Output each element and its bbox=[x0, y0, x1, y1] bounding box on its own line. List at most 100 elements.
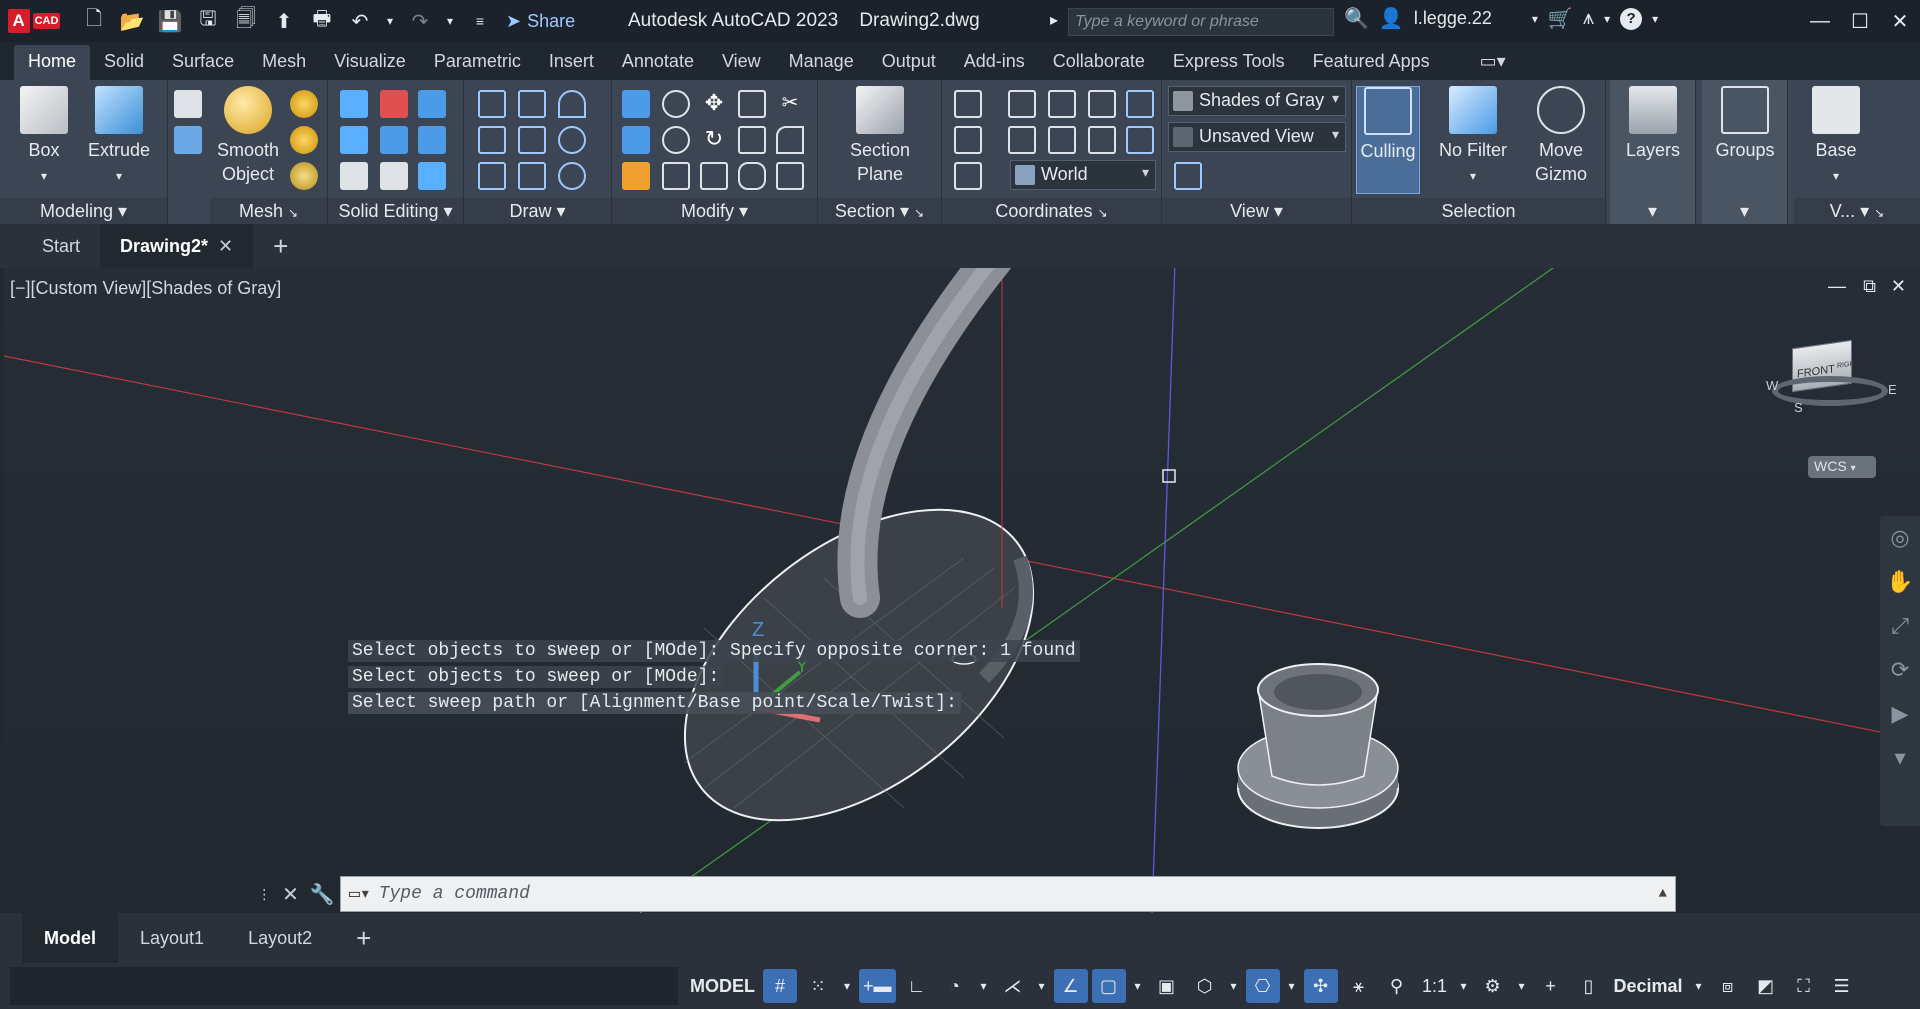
tab-layout2[interactable]: Layout2 bbox=[226, 913, 334, 963]
undo-icon[interactable]: ↶ bbox=[346, 7, 374, 35]
tab-manage[interactable]: Manage bbox=[775, 45, 868, 80]
filter-dropdown-icon[interactable]: ▾ bbox=[1284, 969, 1300, 1003]
panel-title-coordinates[interactable]: Coordinates ↘ bbox=[942, 198, 1161, 224]
selection-filter-icon[interactable]: ⎔ bbox=[1245, 969, 1280, 1003]
account-dropdown-icon[interactable]: ▾ bbox=[1604, 12, 1610, 26]
close-command-icon[interactable]: ✕ bbox=[282, 882, 299, 907]
dynamic-ucs-icon[interactable]: ⬡ bbox=[1188, 969, 1222, 1003]
box-button[interactable]: Box ▾ bbox=[14, 86, 74, 188]
object-snap-tracking-icon[interactable]: ∠ bbox=[1053, 969, 1088, 1003]
maximize-icon[interactable]: ☐ bbox=[1840, 0, 1880, 42]
new-file-icon[interactable]: 🗋 bbox=[80, 7, 108, 35]
viewcube-right-label[interactable]: RIGHT bbox=[1837, 360, 1859, 370]
viewport-minimize-icon[interactable]: — bbox=[1828, 276, 1846, 297]
user-name[interactable]: l.legge.22 bbox=[1414, 8, 1492, 29]
search-icon[interactable]: 🔍 bbox=[1344, 6, 1369, 31]
union-icon[interactable] bbox=[340, 90, 368, 118]
trim-icon[interactable]: ✂ bbox=[776, 90, 804, 118]
smooth-more-icon[interactable] bbox=[290, 90, 318, 118]
culling-button[interactable]: Culling bbox=[1356, 86, 1420, 194]
erase-icon[interactable] bbox=[622, 162, 650, 190]
tab-home[interactable]: Home bbox=[14, 45, 91, 80]
close-icon[interactable]: ✕ bbox=[218, 236, 233, 256]
ellipse-icon[interactable] bbox=[558, 162, 586, 190]
object-snap-icon[interactable]: ▢ bbox=[1091, 969, 1126, 1003]
dynamic-input-icon[interactable]: +▬ bbox=[859, 969, 896, 1003]
search-expand-icon[interactable]: ▸ bbox=[1050, 10, 1058, 30]
annotation-visibility-icon[interactable]: ⚹ bbox=[1342, 969, 1376, 1003]
snap-mode-icon[interactable]: ⁙ bbox=[801, 969, 835, 1003]
help-icon[interactable]: ? bbox=[1620, 7, 1643, 30]
polar-tracking-icon[interactable]: ◔ bbox=[938, 969, 972, 1003]
share-button[interactable]: ➤ Share bbox=[506, 11, 575, 32]
customize-qat-icon[interactable]: ≡ bbox=[466, 7, 494, 35]
layers-dropdown-icon[interactable]: ▾ bbox=[1610, 198, 1695, 224]
tab-solid[interactable]: Solid bbox=[90, 45, 158, 80]
annotation-scale[interactable]: 1:1 bbox=[1418, 969, 1452, 1003]
graphics-performance-icon[interactable]: ◩ bbox=[1749, 969, 1783, 1003]
stretch-icon[interactable] bbox=[700, 162, 728, 190]
viewcube-compass-ring[interactable] bbox=[1772, 376, 1888, 406]
copy-icon[interactable] bbox=[738, 90, 766, 118]
3d-array-icon[interactable] bbox=[662, 126, 690, 154]
tab-visualize[interactable]: Visualize bbox=[320, 45, 420, 80]
tab-output[interactable]: Output bbox=[868, 45, 950, 80]
new-layout-button[interactable]: + bbox=[334, 913, 393, 963]
plot-icon[interactable]: 🖶 bbox=[308, 7, 336, 35]
panel-title-modify[interactable]: Modify ▾ bbox=[612, 198, 817, 224]
ucs-previous-icon[interactable] bbox=[1008, 126, 1036, 154]
new-drawing-button[interactable]: + bbox=[253, 224, 308, 268]
intersect-icon[interactable] bbox=[340, 126, 368, 154]
undo-dropdown-icon[interactable]: ▾ bbox=[384, 7, 396, 35]
tab-featured-apps[interactable]: Featured Apps bbox=[1299, 45, 1444, 80]
slice-icon[interactable] bbox=[418, 90, 446, 118]
arc-icon[interactable] bbox=[558, 90, 586, 118]
smooth-less-icon[interactable] bbox=[290, 126, 318, 154]
redo-dropdown-icon[interactable]: ▾ bbox=[444, 7, 456, 35]
units-dropdown-icon[interactable]: ▾ bbox=[1691, 969, 1707, 1003]
save-icon[interactable]: 💾 bbox=[156, 7, 184, 35]
command-input[interactable]: ▭▾ Type a command ▲ bbox=[340, 876, 1676, 912]
search-input[interactable]: Type a keyword or phrase bbox=[1068, 8, 1334, 36]
smooth-object-button[interactable]: Smooth Object bbox=[210, 86, 286, 186]
tab-insert[interactable]: Insert bbox=[535, 45, 608, 80]
tab-add-ins[interactable]: Add-ins bbox=[950, 45, 1039, 80]
customize-wrench-icon[interactable]: 🔧 bbox=[310, 882, 335, 907]
offset-icon[interactable] bbox=[738, 162, 766, 190]
named-view-combo[interactable]: Unsaved View ▾ bbox=[1168, 122, 1346, 152]
autodesk-account-icon[interactable]: ⩚ bbox=[1583, 7, 1594, 30]
polyline-icon[interactable] bbox=[478, 126, 506, 154]
base-button[interactable]: Base ▾ bbox=[1798, 86, 1874, 188]
ucs-z-axis-icon[interactable] bbox=[1126, 126, 1154, 154]
ucs-combo[interactable]: World ▾ bbox=[1010, 160, 1156, 190]
steering-wheel-icon[interactable]: ◎ bbox=[1880, 516, 1920, 560]
pan-icon[interactable]: ✋ bbox=[1880, 560, 1920, 604]
panel-title-draw[interactable]: Draw ▾ bbox=[464, 198, 611, 224]
3d-mirror-icon[interactable] bbox=[622, 90, 650, 118]
dynamic-ucs-dropdown-icon[interactable]: ▾ bbox=[1226, 969, 1242, 1003]
workspace-gear-icon[interactable]: ⚙ bbox=[1476, 969, 1510, 1003]
3d-object-snap-icon[interactable]: ▣ bbox=[1150, 969, 1184, 1003]
tab-start[interactable]: Start bbox=[22, 224, 100, 268]
close-icon[interactable]: ✕ bbox=[1880, 0, 1920, 42]
loft-icon[interactable] bbox=[518, 90, 546, 118]
model-space-button[interactable]: MODEL bbox=[686, 969, 759, 1003]
tab-express-tools[interactable]: Express Tools bbox=[1159, 45, 1299, 80]
annotation-scale-auto-icon[interactable]: ⚲ bbox=[1380, 969, 1414, 1003]
groups-button[interactable]: Groups bbox=[1712, 86, 1778, 162]
panel-title-section[interactable]: Section ▾ ↘ bbox=[818, 198, 941, 224]
ucs-3point-icon[interactable] bbox=[954, 126, 982, 154]
solid-primitive-icon[interactable] bbox=[174, 90, 202, 118]
workspace-dropdown-icon[interactable]: ▾ bbox=[1514, 969, 1530, 1003]
zoom-extents-icon[interactable]: ⤢ bbox=[1880, 604, 1920, 648]
rectangle-icon[interactable] bbox=[518, 162, 546, 190]
isodraft-dropdown-icon[interactable]: ▾ bbox=[1034, 969, 1050, 1003]
tab-view[interactable]: View bbox=[708, 45, 775, 80]
panel-title-selection[interactable]: Selection bbox=[1352, 198, 1605, 224]
groups-dropdown-icon[interactable]: ▾ bbox=[1702, 198, 1787, 224]
panel-title-mesh[interactable]: Mesh ↘ bbox=[210, 198, 327, 224]
snap-dropdown-icon[interactable]: ▾ bbox=[839, 969, 855, 1003]
command-history-toggle-icon[interactable]: ▲ bbox=[1659, 886, 1667, 902]
panel-title-view[interactable]: View ▾ bbox=[1162, 198, 1351, 224]
tab-mesh[interactable]: Mesh bbox=[248, 45, 320, 80]
